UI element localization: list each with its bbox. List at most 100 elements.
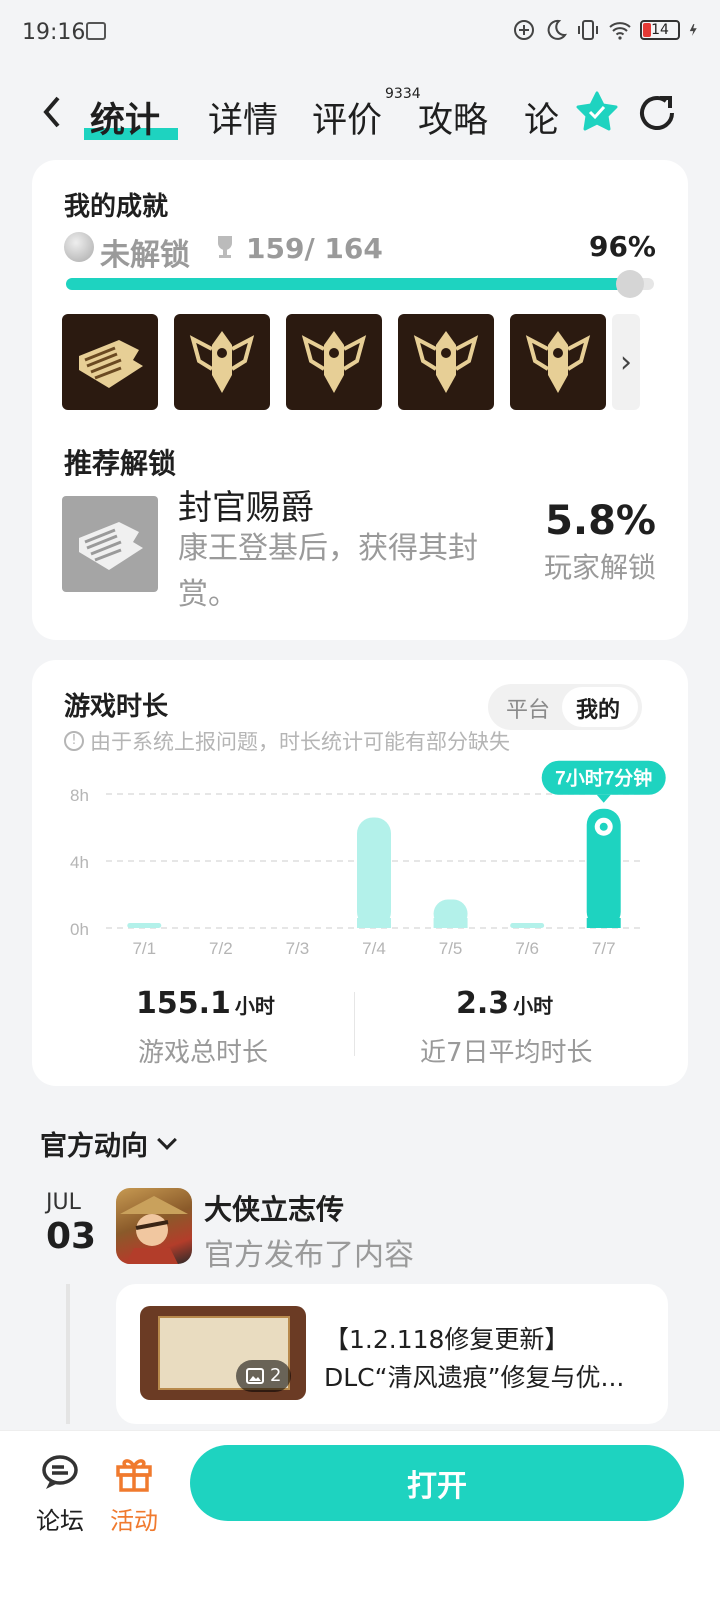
wifi-icon <box>609 22 631 40</box>
toggle-mine[interactable]: 我的 <box>576 692 620 724</box>
tab-forum[interactable]: 论 <box>524 92 559 143</box>
progress-end-icon <box>616 270 644 298</box>
trophy-icon <box>218 236 232 258</box>
y-tick-label: 8h <box>70 786 89 805</box>
total-label: 游戏总时长 <box>138 1038 269 1068</box>
highlight-dot-center <box>599 822 608 831</box>
forum-label: 论坛 <box>36 1507 84 1535</box>
achievement-count: 159/ 164 <box>246 232 383 265</box>
locked-achievement-icon <box>64 232 94 262</box>
chart-bar-base <box>357 918 391 928</box>
x-tick-label: 7/7 <box>592 939 616 958</box>
chart-bar <box>127 922 162 928</box>
achievement-badge-emblem[interactable] <box>398 314 494 410</box>
emblem-icon <box>301 331 367 393</box>
achievement-progress-bar <box>66 278 632 290</box>
info-icon: ! <box>64 731 84 751</box>
tab-details[interactable]: 详情 <box>208 92 278 143</box>
y-tick-label: 4h <box>70 853 89 872</box>
emblem-icon <box>413 331 479 393</box>
status-bar: 19:16 14 <box>0 0 720 66</box>
timeline-line <box>66 1284 70 1424</box>
chevron-down-icon <box>157 1129 177 1150</box>
chart-bar-base <box>433 918 468 928</box>
forum-button[interactable]: 论坛 <box>30 1453 90 1536</box>
scroll-icon <box>79 522 143 570</box>
emblem-icon <box>189 331 255 393</box>
recommend-percent-label: 玩家解锁 <box>543 551 656 584</box>
official-title: 官方动向 <box>40 1131 148 1162</box>
post-thumbnail[interactable]: 2 <box>140 1306 306 1400</box>
vibrate-icon <box>578 20 598 40</box>
events-label: 活动 <box>110 1507 158 1535</box>
chart-bar-base <box>586 918 621 928</box>
chart-bar <box>510 922 545 928</box>
emblem-icon <box>525 331 591 393</box>
achievements-card: 我的成就 未解锁 159/ 164 96% › 推荐解锁 封官赐爵 康王登基后，… <box>32 160 688 640</box>
playtime-chart: 8h 4h 0h 7/1 7/2 7/3 7/4 7/5 7/6 7/7 7小时7分钟 <box>70 760 666 958</box>
achievement-badge-scroll[interactable] <box>62 314 158 410</box>
recommend-title: 推荐解锁 <box>64 447 177 480</box>
more-badges-button[interactable]: › <box>612 314 640 410</box>
game-avatar[interactable] <box>116 1188 192 1264</box>
achievement-badges <box>62 314 606 410</box>
scroll-icon <box>79 340 143 388</box>
refresh-icon[interactable] <box>636 92 678 134</box>
avg-value: 2.3 <box>456 986 510 1021</box>
achievement-badge-emblem[interactable] <box>510 314 606 410</box>
reviews-count-badge: 9334 <box>385 86 421 102</box>
game-name[interactable]: 大侠立志传 <box>204 1188 344 1228</box>
recommend-description: 康王登基后，获得其封赏。 <box>178 531 478 612</box>
official-post-card[interactable]: 2 【1.2.118修复更新】 DLC“清风遗痕”修复与优... <box>116 1284 668 1424</box>
tab-guides[interactable]: 攻略 <box>418 92 488 143</box>
playtime-toggle: 平台 我的 <box>488 684 642 730</box>
total-unit: 小时 <box>234 994 275 1018</box>
chart-tooltip-pointer <box>596 794 611 803</box>
x-tick-label: 7/6 <box>515 939 539 958</box>
chart-tooltip-text: 7小时7分钟 <box>555 767 652 790</box>
avg-playtime: 2.3 小时 <box>456 986 553 1021</box>
battery-icon: 14 <box>640 20 680 40</box>
post-month: JUL <box>46 1190 81 1215</box>
playtime-notice: ! 由于系统上报问题，时长统计可能有部分缺失 <box>64 726 510 756</box>
locked-label[interactable]: 未解锁 <box>100 230 190 274</box>
x-tick-label: 7/1 <box>132 939 156 958</box>
gift-icon <box>116 1459 152 1492</box>
charging-icon <box>689 24 697 36</box>
image-icon <box>246 1368 264 1384</box>
hero-portrait-icon <box>120 1196 188 1264</box>
achievement-badge-emblem[interactable] <box>174 314 270 410</box>
status-icons: 14 <box>512 18 702 42</box>
y-tick-label: 0h <box>70 920 89 939</box>
toggle-platform[interactable]: 平台 <box>506 692 550 724</box>
x-tick-label: 7/5 <box>439 939 463 958</box>
star-badge-icon[interactable] <box>574 90 620 136</box>
chart-bar <box>357 817 391 928</box>
playtime-title: 游戏时长 <box>64 692 169 722</box>
x-tick-label: 7/2 <box>209 939 233 958</box>
post-day: 03 <box>46 1216 97 1257</box>
post-subtitle: DLC“清风遗痕”修复与优... <box>324 1363 625 1392</box>
bottom-bar: 论坛 活动 打开 <box>0 1430 720 1600</box>
tab-header: 统计 详情 评价 9334 攻略 论 <box>0 70 720 160</box>
notice-text: 由于系统上报问题，时长统计可能有部分缺失 <box>90 730 510 754</box>
post-title: 【1.2.118修复更新】 <box>324 1325 570 1354</box>
x-tick-label: 7/4 <box>362 939 386 958</box>
recommend-achievement-image[interactable] <box>62 496 158 592</box>
achievements-title: 我的成就 <box>64 192 169 222</box>
stat-divider <box>354 992 355 1056</box>
total-value: 155.1 <box>136 986 231 1021</box>
moon-icon <box>547 19 568 40</box>
achievement-badge-emblem[interactable] <box>286 314 382 410</box>
status-time: 19:16 <box>22 20 86 45</box>
official-section-header[interactable]: 官方动向 <box>40 1124 177 1163</box>
forum-icon <box>42 1455 78 1489</box>
game-activity: 官方发布了内容 <box>204 1238 414 1273</box>
tab-reviews[interactable]: 评价 <box>312 92 382 143</box>
events-button[interactable]: 活动 <box>104 1453 164 1536</box>
tab-stats[interactable]: 统计 <box>90 92 160 143</box>
total-playtime: 155.1 小时 <box>136 986 275 1021</box>
open-game-button[interactable]: 打开 <box>190 1445 684 1521</box>
back-icon[interactable] <box>38 94 68 130</box>
chevron-right-icon: › <box>620 344 632 380</box>
